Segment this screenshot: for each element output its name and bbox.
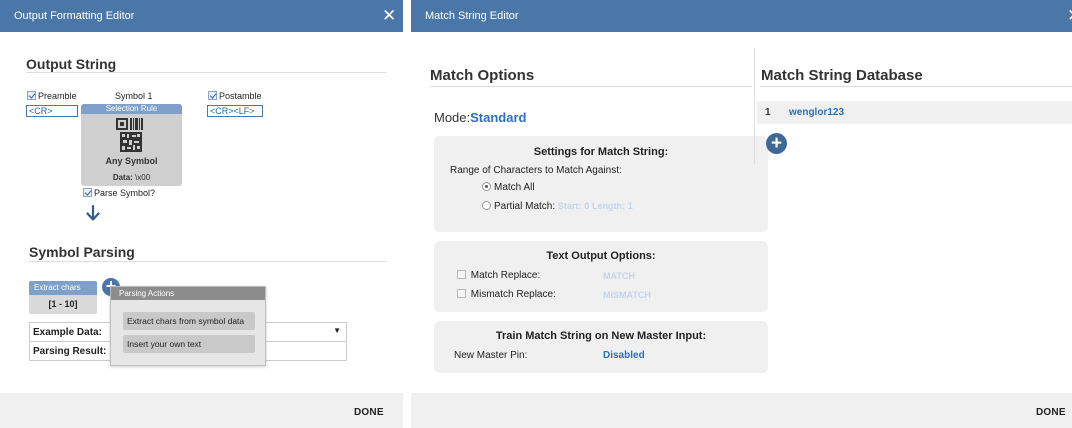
match-replace-row[interactable]: Match Replace: — [457, 270, 540, 281]
extract-chars-action[interactable]: Extract chars from symbol data — [123, 312, 255, 330]
add-match-string-icon[interactable]: + — [766, 133, 787, 154]
extract-chip-label: Extract chars — [29, 281, 97, 295]
preamble-checkbox[interactable] — [27, 91, 36, 100]
window-title: Output Formatting Editor — [14, 10, 135, 22]
insert-text-action[interactable]: Insert your own text — [123, 335, 255, 353]
divider — [760, 86, 1072, 87]
example-data-label: Example Data: — [29, 322, 111, 342]
parsing-result-label: Parsing Result: — [29, 341, 111, 361]
mismatch-replace-label: Mismatch Replace: — [470, 289, 556, 300]
titlebar: Match String Editor ✕ — [411, 0, 1072, 32]
match-all-label: Match All — [494, 182, 535, 193]
match-all-option[interactable]: Match All — [482, 182, 535, 193]
divider — [26, 72, 386, 73]
symbol-parsing-heading: Symbol Parsing — [29, 244, 135, 260]
selection-rule-label: Selection Rule — [81, 104, 182, 114]
extract-chip-range: [1 - 10] — [48, 299, 78, 309]
train-title: Train Match String on New Master Input: — [495, 330, 707, 342]
match-all-radio[interactable] — [482, 182, 491, 191]
partial-match-option[interactable]: Partial Match: Start: 0 Length: 1 — [482, 201, 633, 212]
new-master-pin-label: New Master Pin: — [454, 350, 528, 361]
vertical-divider — [754, 48, 755, 164]
close-icon[interactable]: ✕ — [382, 7, 396, 24]
output-string-heading: Output String — [26, 56, 117, 72]
database-row-index: 1 — [765, 107, 771, 118]
symbol-label: Symbol 1 — [115, 91, 153, 101]
done-button[interactable]: DONE — [354, 407, 384, 418]
close-icon[interactable]: ✕ — [1067, 7, 1072, 24]
list-item[interactable]: 1 wenglor123 — [757, 101, 1072, 124]
parse-symbol-row[interactable]: Parse Symbol? — [83, 188, 155, 198]
match-replace-value[interactable]: MATCH — [603, 271, 635, 281]
extract-chars-chip[interactable]: Extract chars [1 - 10] — [29, 281, 97, 314]
length-value[interactable]: 1 — [628, 201, 633, 211]
any-symbol-label: Any Symbol — [105, 156, 158, 166]
panel-gap — [403, 0, 411, 428]
divider — [29, 261, 387, 262]
text-output-box: Text Output Options: Match Replace: MATC… — [434, 241, 768, 312]
parsing-actions-title: Parsing Actions — [111, 287, 265, 300]
preamble-checkbox-row[interactable]: Preamble — [27, 91, 77, 101]
titlebar: Output Formatting Editor ✕ — [0, 0, 403, 32]
new-master-pin-value[interactable]: Disabled — [603, 350, 645, 361]
preamble-label: Preamble — [38, 91, 77, 101]
postamble-checkbox[interactable] — [208, 91, 217, 100]
length-label: Length: — [592, 201, 626, 211]
match-replace-label: Match Replace: — [470, 270, 541, 281]
database-row-value[interactable]: wenglor123 — [789, 107, 844, 118]
range-label: Range of Characters to Match Against: — [450, 165, 622, 176]
mismatch-replace-checkbox[interactable] — [457, 289, 466, 298]
data-prefix: Data: — [112, 173, 133, 182]
parsing-actions-popup: Parsing Actions Extract chars from symbo… — [110, 286, 266, 366]
match-replace-checkbox[interactable] — [457, 270, 466, 279]
postamble-checkbox-row[interactable]: Postamble — [208, 91, 262, 101]
postamble-value[interactable]: <CR><LF> — [207, 105, 263, 117]
divider — [430, 86, 752, 87]
window-title: Match String Editor — [425, 10, 519, 22]
partial-match-label: Partial Match: — [494, 201, 556, 212]
match-options-heading: Match Options — [430, 67, 535, 84]
text-output-title: Text Output Options: — [546, 250, 656, 262]
footer: DONE — [0, 393, 403, 428]
start-value[interactable]: 0 — [584, 201, 589, 211]
done-button[interactable]: DONE — [1036, 407, 1066, 418]
settings-box: Settings for Match String: Range of Char… — [434, 136, 768, 232]
train-box: Train Match String on New Master Input: … — [434, 321, 768, 373]
barcode-icon — [116, 118, 143, 152]
parse-symbol-label: Parse Symbol? — [94, 188, 156, 198]
symbol-data: Data: \x00 — [81, 173, 182, 182]
postamble-label: Postamble — [219, 91, 262, 101]
start-label: Start: — [557, 201, 582, 211]
symbol-card[interactable]: Selection Rule Any Symbol Data: \x00 — [81, 104, 182, 186]
database-heading: Match String Database — [761, 67, 923, 84]
data-value: \x00 — [135, 173, 151, 182]
chevron-down-icon: ▼ — [333, 326, 341, 335]
mismatch-replace-row[interactable]: Mismatch Replace: — [457, 289, 556, 300]
preamble-value[interactable]: <CR> — [26, 105, 78, 117]
output-formatting-editor: Output Formatting Editor ✕ Output String… — [0, 0, 403, 428]
mode-value[interactable]: Standard — [470, 110, 526, 125]
mode-label: Mode: — [434, 110, 471, 125]
mode-row[interactable]: Mode:Standard — [434, 110, 526, 125]
mismatch-replace-value[interactable]: MISMATCH — [603, 290, 651, 300]
parse-symbol-checkbox[interactable] — [83, 188, 92, 197]
footer: DONE — [411, 393, 1072, 428]
partial-match-radio[interactable] — [482, 201, 491, 210]
settings-title: Settings for Match String: — [533, 146, 669, 158]
arrow-down-icon — [86, 205, 100, 221]
